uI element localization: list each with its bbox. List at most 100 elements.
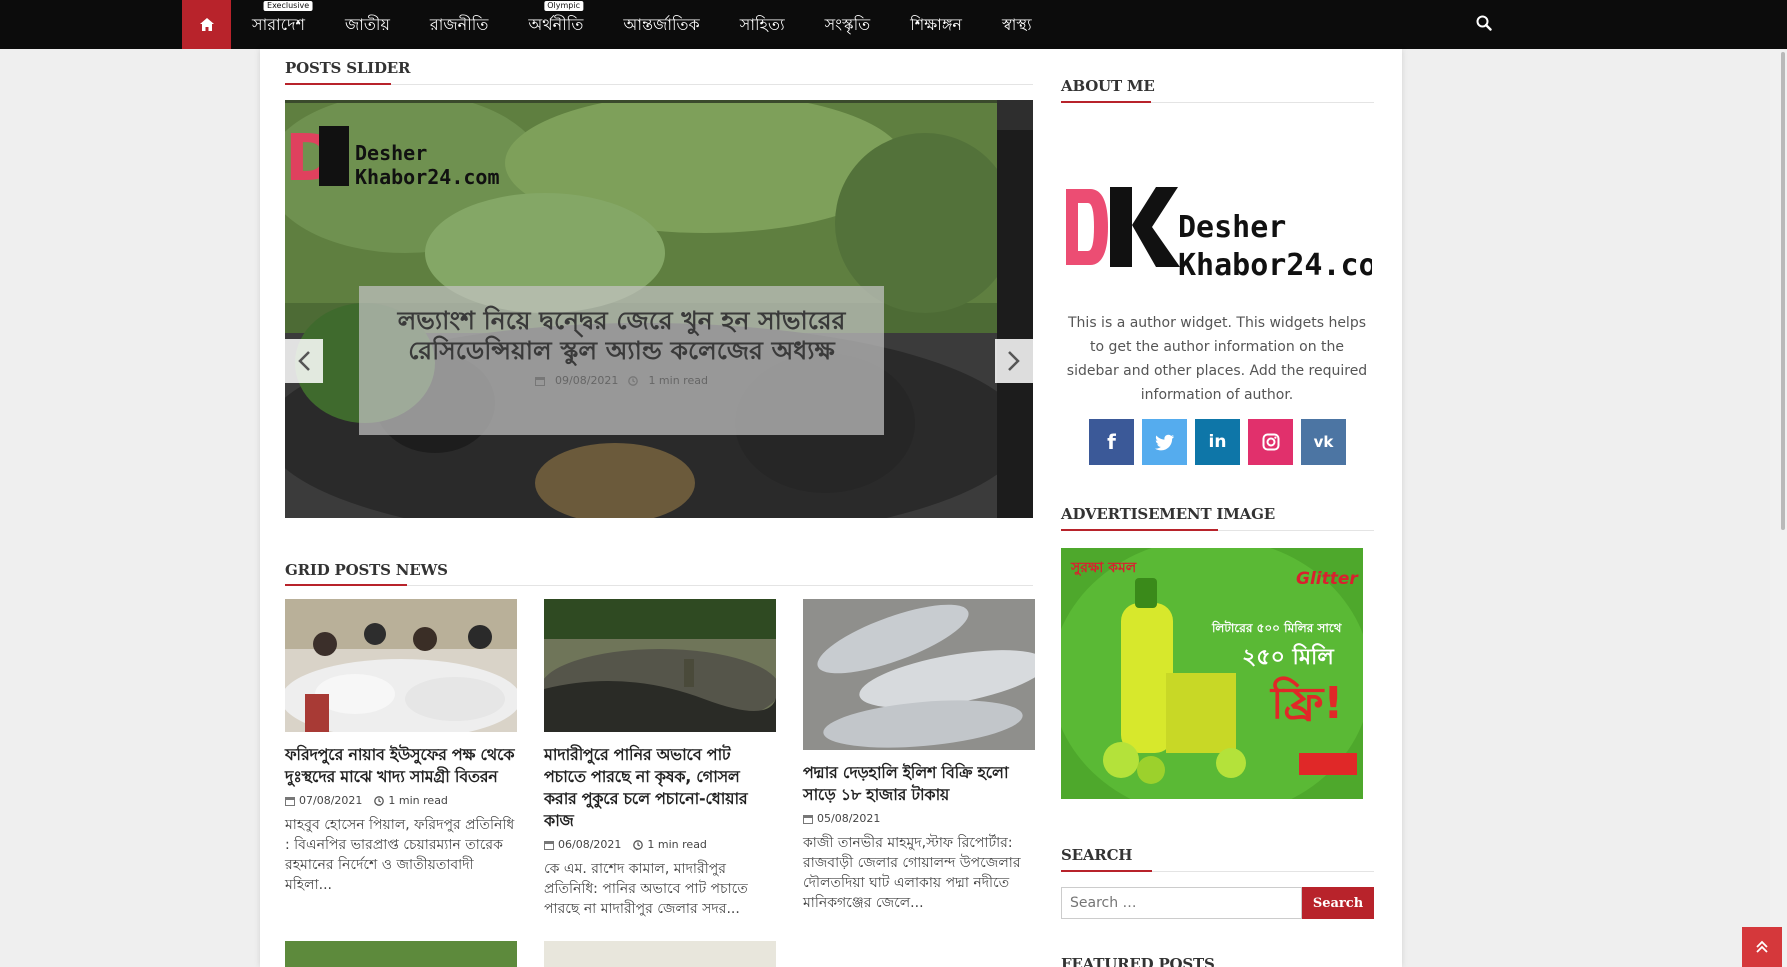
nav-item-label: জাতীয়: [344, 15, 390, 34]
nav-item-orthoniti[interactable]: Olympic অর্থনীতি: [508, 0, 603, 49]
vk-button[interactable]: vk: [1301, 419, 1346, 465]
nav-item-label: সারাদেশ: [252, 15, 305, 34]
slider-date: 09/08/2021: [555, 374, 619, 387]
search-toggle-button[interactable]: [1476, 15, 1494, 33]
nav-item-label: স্বাস্থ্য: [1001, 15, 1032, 34]
post-read-time: 1 min read: [633, 838, 707, 851]
nav-badge: Olympic: [544, 1, 583, 11]
post-date: 06/08/2021: [544, 838, 621, 851]
facebook-button[interactable]: f: [1089, 419, 1134, 465]
post-thumbnail[interactable]: [285, 941, 517, 967]
clock-icon: [374, 795, 385, 806]
about-description: This is a author widget. This widgets he…: [1066, 315, 1368, 403]
nav-item-label: সংস্কৃতি: [824, 15, 871, 34]
post-read-time: 1 min read: [374, 794, 448, 807]
nav-item-label: রাজনীতি: [429, 15, 489, 34]
calendar-icon: [285, 796, 295, 806]
post-meta: 07/08/2021 1 min read: [285, 794, 517, 807]
post-meta: 06/08/2021 1 min read: [544, 838, 776, 851]
advertisement-heading: ADVERTISEMENT IMAGE: [1061, 505, 1275, 523]
facebook-icon: f: [1107, 430, 1116, 454]
post-title[interactable]: মাদারীপুরে পানির অভাবে পাট পচাতে পারছে ন…: [544, 744, 776, 832]
post-photo: [285, 599, 517, 732]
post-date: 07/08/2021: [285, 794, 362, 807]
posts-slider-heading: POSTS SLIDER: [285, 59, 411, 77]
nav-item-sahitto[interactable]: সাহিত্য: [720, 0, 805, 49]
back-to-top-button[interactable]: [1742, 927, 1782, 967]
post-thumbnail[interactable]: [803, 599, 1035, 750]
nav-item-antorjatik[interactable]: আন্তর্জাতিক: [603, 0, 719, 49]
advertisement-banner[interactable]: সুরক্ষা কমল Glitter লিটারের ৫০০ মিলির সা…: [1061, 548, 1363, 799]
heading-underline: [1061, 101, 1151, 103]
nav-badge: Execlusive: [264, 1, 313, 11]
nav-item-saradesh[interactable]: Execlusive সারাদেশ: [232, 0, 325, 49]
double-chevron-up-icon: [1756, 940, 1768, 953]
post-title[interactable]: পদ্মার দেড়হালি ইলিশ বিক্রি হলো সাড়ে ১৮…: [803, 762, 1035, 806]
slider-next-button[interactable]: [995, 339, 1033, 383]
home-icon: [199, 18, 214, 31]
ad-corner-text: সুরক্ষা কমল: [1070, 560, 1137, 577]
grid-post-card: মাদারীপুরে পানির অভাবে পাট পচাতে পারছে ন…: [544, 599, 776, 919]
post-excerpt: মাহবুব হোসেন পিয়াল, ফরিদপুর প্রতিনিধি :…: [285, 817, 515, 893]
instagram-button[interactable]: [1248, 419, 1293, 465]
grid-post-card: পদ্মার দেড়হালি ইলিশ বিক্রি হলো সাড়ে ১৮…: [803, 599, 1035, 913]
calendar-icon: [544, 840, 554, 850]
search-heading: SEARCH: [1061, 846, 1133, 864]
nav-item-label: অর্থনীতি: [528, 15, 584, 34]
slider-meta: 09/08/2021 1 min read: [389, 374, 854, 387]
slider-prev-button[interactable]: [285, 339, 323, 383]
logo-text-top: Desher: [1178, 210, 1286, 245]
ad-offer-line3: ফ্রি!: [1269, 676, 1343, 729]
vk-icon: vk: [1313, 433, 1334, 451]
calendar-icon: [535, 376, 546, 386]
nav-item-shikkhangon[interactable]: শিক্ষাঙ্গন: [890, 0, 982, 49]
post-title[interactable]: ফরিদপুরে নায়াব ইউসুফের পক্ষ থেকে দুঃস্থ…: [285, 744, 517, 788]
linkedin-button[interactable]: in: [1195, 419, 1240, 465]
post-meta: 05/08/2021: [803, 812, 1035, 825]
twitter-button[interactable]: [1142, 419, 1187, 465]
search-input[interactable]: [1061, 887, 1302, 919]
posts-slider[interactable]: D Desher Khabor24.com লভ্যাংশ নিয়ে দ্বন…: [285, 100, 1033, 518]
slider-headline[interactable]: লভ্যাংশ নিয়ে দ্বন্দ্বের জেরে খুন হন সাভ…: [389, 306, 854, 366]
watermark-text-bottom: Khabor24.com: [355, 165, 500, 189]
search-submit-button[interactable]: Search: [1302, 887, 1374, 919]
nav-item-jatiyo[interactable]: জাতীয়: [325, 0, 410, 49]
post-excerpt: কে এম. রাশেদ কামাল, মাদারীপুর প্রতিনিধি:…: [544, 861, 748, 917]
slider-caption[interactable]: লভ্যাংশ নিয়ে দ্বন্দ্বের জেরে খুন হন সাভ…: [359, 286, 884, 435]
featured-posts-heading: FEATURED POSTS: [1061, 955, 1215, 967]
post-date: 05/08/2021: [803, 812, 880, 825]
grid-post-card: ফরিদপুরে নায়াব ইউসুফের পক্ষ থেকে দুঃস্থ…: [285, 599, 517, 895]
heading-underline: [1061, 529, 1218, 531]
watermark-text-top: Desher: [355, 141, 427, 165]
slider-read-time: 1 min read: [648, 374, 708, 387]
nav-item-rajniti[interactable]: রাজনীতি: [410, 0, 508, 49]
post-excerpt: কাজী তানভীর মাহমুদ,স্টাফ রিপোর্টার: রাজব…: [803, 835, 1021, 911]
site-logo: Desher Khabor24.com: [1066, 187, 1372, 283]
home-button[interactable]: [182, 0, 231, 49]
post-photo: [803, 599, 1035, 750]
ad-offer-line1: লিটারের ৫০০ মিলির সাথে: [1211, 620, 1343, 635]
post-thumbnail[interactable]: [285, 599, 517, 732]
next-slide-peek-top: [997, 100, 1033, 130]
ad-offer-line2: ২৫০ মিলি: [1242, 643, 1335, 670]
slider-watermark-logo: D Desher Khabor24.com: [285, 122, 500, 196]
search-icon: [1476, 15, 1492, 31]
chevron-right-icon: [1008, 351, 1020, 371]
post-thumbnail[interactable]: [544, 599, 776, 732]
grid-posts-heading: GRID POSTS NEWS: [285, 561, 448, 579]
nav-menu: Execlusive সারাদেশ জাতীয় রাজনীতি Olympic…: [232, 0, 1052, 49]
ad-brand: Glitter: [1296, 569, 1359, 589]
ad-artwork: সুরক্ষা কমল Glitter লিটারের ৫০০ মিলির সা…: [1061, 548, 1363, 799]
chevron-left-icon: [298, 351, 310, 371]
post-photo: [544, 599, 776, 732]
nav-item-songskriti[interactable]: সংস্কৃতি: [805, 0, 891, 49]
instagram-icon: [1262, 433, 1279, 451]
post-thumbnail[interactable]: [544, 941, 776, 967]
heading-underline: [285, 83, 391, 85]
top-navigation: Execlusive সারাদেশ জাতীয় রাজনীতি Olympic…: [0, 0, 1787, 49]
scrollbar-thumb[interactable]: [1781, 52, 1785, 530]
nav-item-shasthyo[interactable]: স্বাস্থ্য: [982, 0, 1052, 49]
divider: [285, 84, 1033, 85]
heading-underline: [1061, 870, 1152, 872]
page-content: POSTS SLIDER D Desher Khabor24.com লভ্যা…: [260, 49, 1402, 967]
